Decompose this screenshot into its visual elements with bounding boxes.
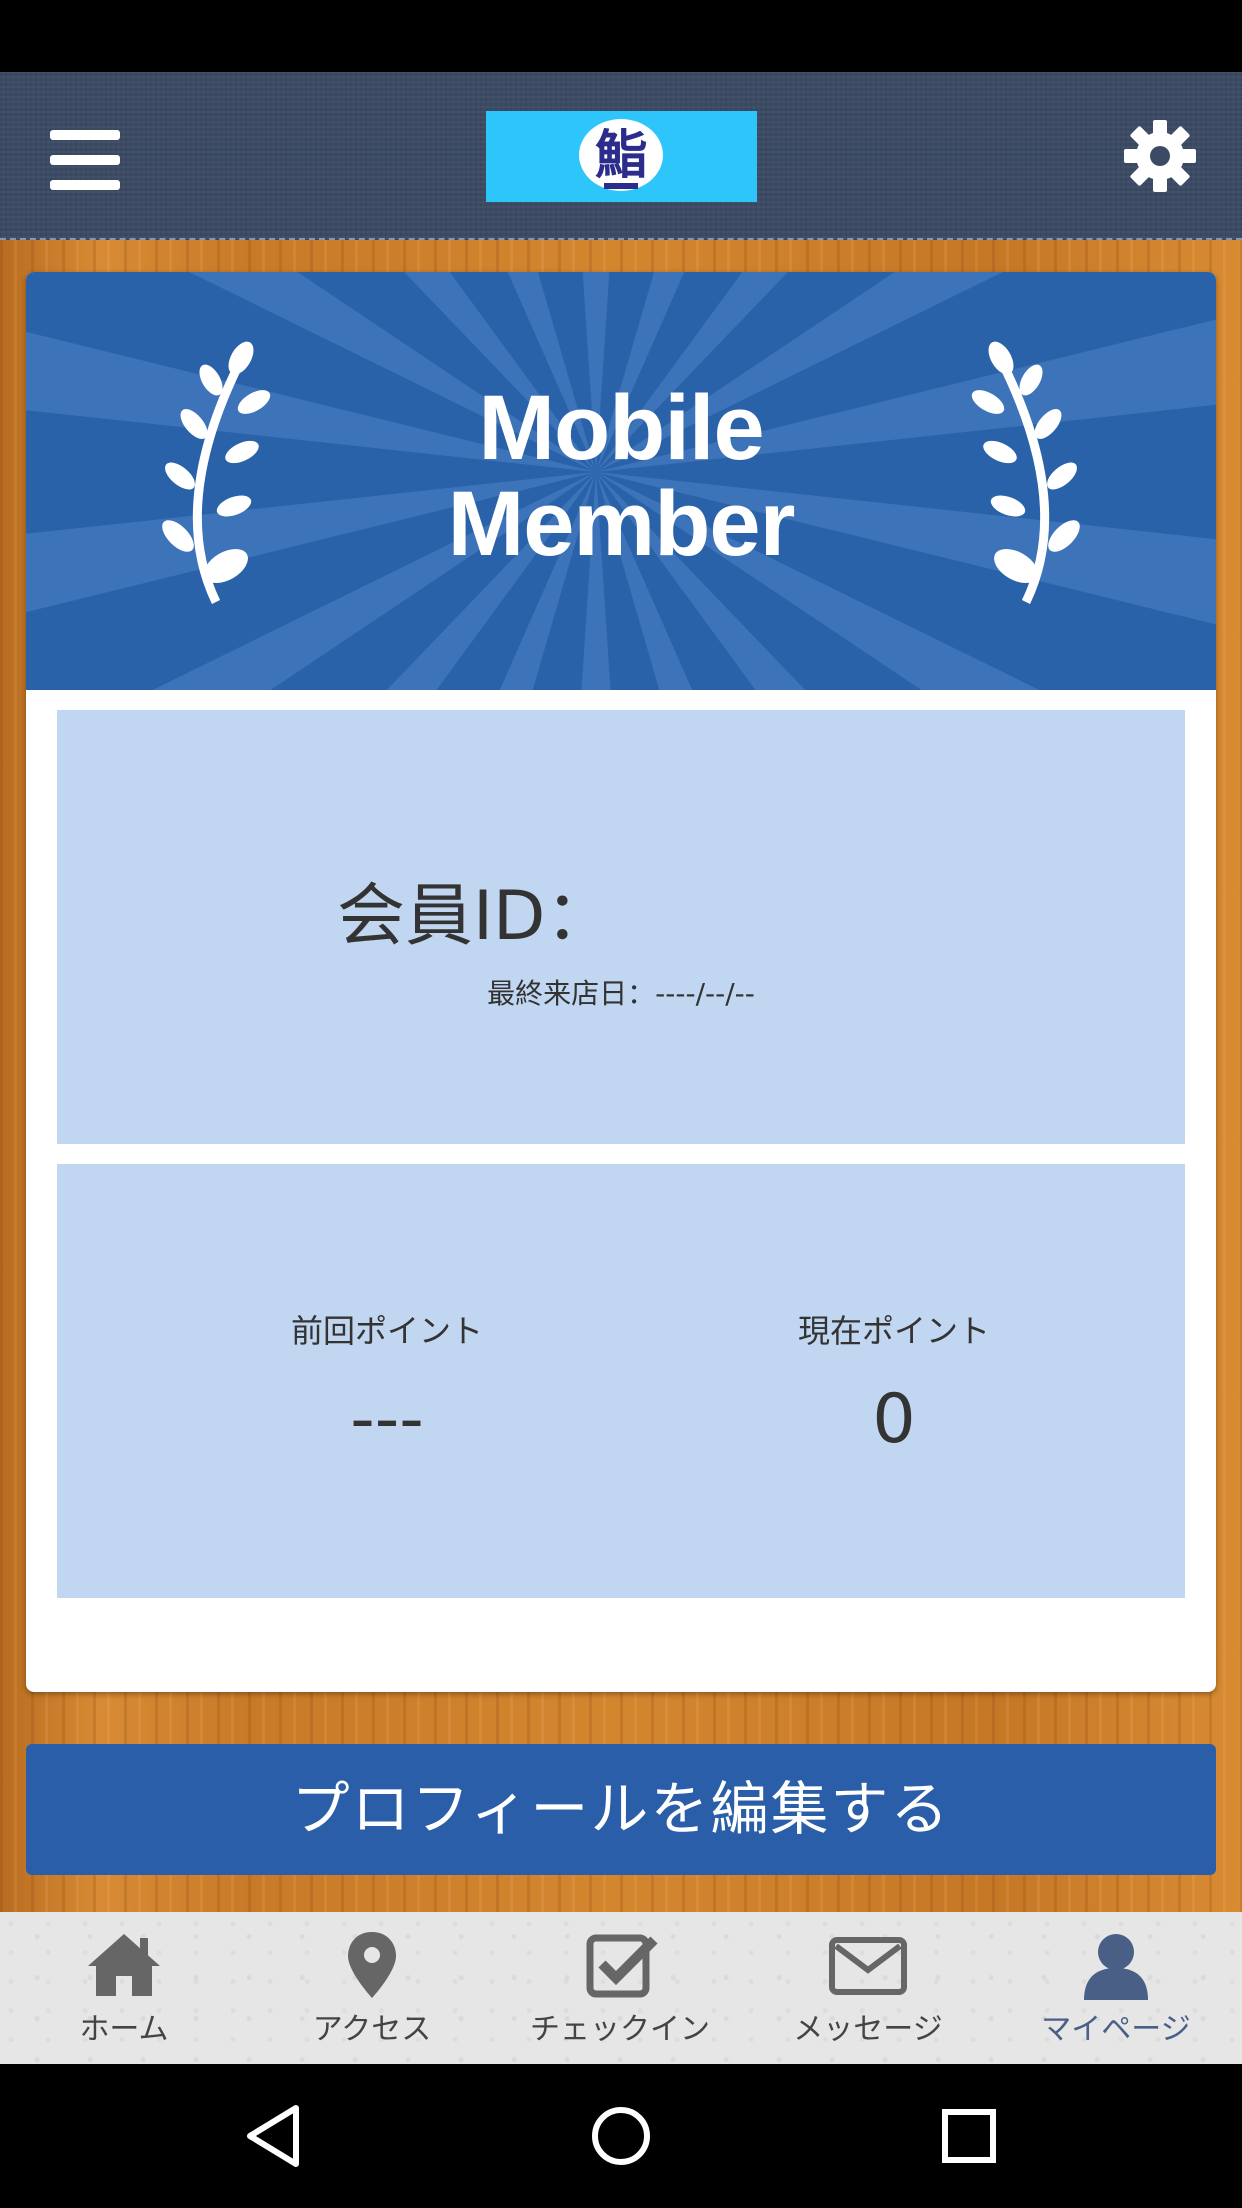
edit-profile-button[interactable]: プロフィールを編集する: [26, 1744, 1216, 1875]
member-card: Mobile Member 会員ID： 最終来店日：----/--/-- 前回ポ…: [26, 272, 1216, 1692]
tab-mypage[interactable]: マイページ: [992, 1912, 1240, 2064]
gear-icon[interactable]: [1122, 118, 1198, 194]
menu-button[interactable]: [50, 130, 120, 190]
banner-line-2: Member: [447, 473, 796, 575]
member-id-panel: 会員ID： 最終来店日：----/--/--: [57, 710, 1185, 1144]
tab-home-label: ホーム: [79, 2012, 169, 2047]
last-visit-label: 最終来店日：: [487, 977, 656, 1010]
envelope-icon: [829, 1937, 907, 1995]
tab-message-label: メッセージ: [793, 2012, 943, 2047]
previous-points: 前回ポイント ---: [177, 1306, 597, 1459]
checkbox-icon: [586, 1934, 658, 1998]
user-icon: [1084, 1934, 1148, 2000]
app-logo[interactable]: 鮨: [486, 111, 757, 202]
tab-checkin[interactable]: チェックイン: [496, 1912, 744, 2064]
map-pin-icon: [348, 1932, 396, 1998]
back-icon[interactable]: [238, 2100, 310, 2172]
member-id-label: 会員ID：: [337, 877, 614, 956]
recents-square-icon[interactable]: [933, 2100, 1005, 2172]
tab-checkin-label: チェックイン: [530, 2012, 710, 2047]
tab-access-label: アクセス: [312, 2012, 432, 2047]
svg-text:鮨: 鮨: [595, 125, 647, 186]
last-visit: 最終来店日：----/--/--: [57, 972, 1185, 1012]
android-nav-bar: [0, 2064, 1242, 2208]
banner-title: Mobile Member: [26, 380, 1216, 572]
tab-home[interactable]: ホーム: [0, 1912, 248, 2064]
logo-icon: 鮨: [579, 119, 663, 191]
tab-message[interactable]: メッセージ: [744, 1912, 992, 2064]
current-points-value: 0: [872, 1380, 916, 1459]
last-visit-value: ----/--/--: [655, 977, 755, 1010]
previous-points-label: 前回ポイント: [290, 1312, 483, 1350]
current-points-label: 現在ポイント: [797, 1312, 990, 1350]
status-bar: [0, 0, 1242, 72]
tab-mypage-label: マイページ: [1041, 2012, 1191, 2047]
points-panel: 前回ポイント --- 現在ポイント 0: [57, 1164, 1185, 1598]
member-banner: Mobile Member: [26, 272, 1216, 690]
tab-access[interactable]: アクセス: [248, 1912, 496, 2064]
banner-line-1: Mobile: [478, 377, 764, 479]
home-circle-icon[interactable]: [585, 2100, 657, 2172]
app-header: 鮨: [0, 72, 1242, 240]
current-points: 現在ポイント 0: [684, 1306, 1104, 1459]
bottom-tab-bar: ホーム アクセス チェックイン メッセージ マイページ: [0, 1912, 1242, 2064]
previous-points-value: ---: [350, 1380, 424, 1459]
home-icon: [88, 1934, 160, 1996]
